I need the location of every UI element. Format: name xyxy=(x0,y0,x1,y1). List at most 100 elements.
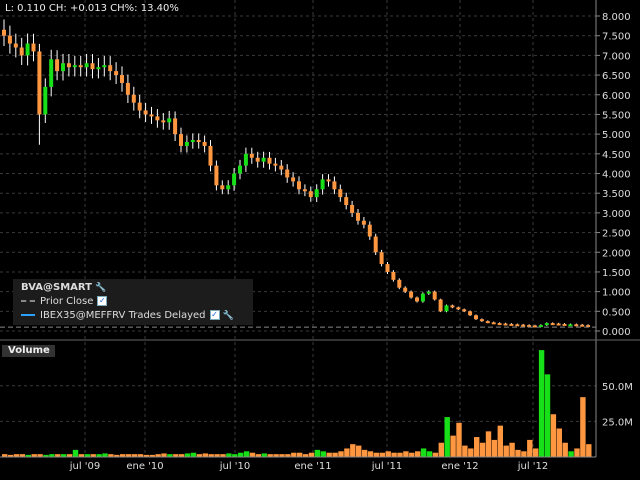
candle-body xyxy=(66,63,71,68)
candle-body xyxy=(344,197,349,205)
candle-body xyxy=(432,291,437,300)
candle-body xyxy=(131,94,136,103)
candle-body xyxy=(361,220,366,225)
candle-body xyxy=(102,65,107,68)
volume-bar xyxy=(184,453,191,457)
candle-body xyxy=(220,185,225,190)
volume-bar xyxy=(521,451,527,457)
volume-bar xyxy=(238,452,244,457)
candle-body xyxy=(184,142,189,146)
candle-body xyxy=(84,63,89,68)
candle-body xyxy=(297,181,301,190)
price-tick-label: 0.500 xyxy=(602,307,631,318)
candle-body xyxy=(450,305,455,308)
wrench-icon[interactable]: 🔧 xyxy=(223,311,234,321)
candle-body xyxy=(456,307,461,310)
volume-bar xyxy=(497,425,503,457)
legend-symbol-row[interactable]: BVA@SMART 🔧 xyxy=(21,282,106,293)
volume-bar xyxy=(450,435,456,457)
volume-bar xyxy=(479,442,486,457)
volume-bar xyxy=(574,448,580,457)
volume-bar xyxy=(491,439,498,457)
price-tick-label: 2.000 xyxy=(602,248,631,259)
price-tick-label: 1.500 xyxy=(602,268,631,279)
volume-bar xyxy=(550,414,557,457)
volume-bar xyxy=(361,449,368,457)
volume-bar xyxy=(297,452,303,457)
candle-body xyxy=(143,110,148,115)
volume-bar xyxy=(409,452,415,457)
candle-body xyxy=(285,169,290,178)
candle-body xyxy=(444,305,449,312)
time-tick-label: jul '11 xyxy=(371,461,403,472)
candle-body xyxy=(338,189,343,198)
candle-body xyxy=(308,191,313,198)
candle-body xyxy=(397,279,402,288)
candle-body xyxy=(25,43,30,56)
candle-body xyxy=(420,293,425,302)
volume-bar xyxy=(556,428,562,457)
candle-body xyxy=(249,153,254,158)
volume-bar xyxy=(367,451,374,457)
volume-bar xyxy=(102,453,108,457)
candle-body xyxy=(550,323,555,326)
volume-bar xyxy=(397,452,403,457)
candle-body xyxy=(385,264,390,272)
volume-bar xyxy=(291,452,297,457)
candle-body xyxy=(78,65,83,68)
volume-bar xyxy=(474,437,480,457)
candle-body xyxy=(120,75,124,83)
price-tick-label: 1.000 xyxy=(602,288,631,299)
candle-body xyxy=(125,82,130,95)
candle-body xyxy=(108,65,113,72)
volume-bar xyxy=(432,452,439,457)
candle-body xyxy=(326,179,331,182)
candle-body xyxy=(515,324,520,327)
volume-bar xyxy=(544,374,551,457)
candle-body xyxy=(255,157,260,162)
volume-bar xyxy=(391,452,397,457)
candle-body xyxy=(214,165,219,186)
volume-bar xyxy=(438,442,444,457)
candle-body xyxy=(544,323,549,326)
volume-bar xyxy=(385,451,391,457)
index-checkbox[interactable]: ✓ xyxy=(209,310,220,320)
volume-bar xyxy=(403,451,409,457)
volume-bar xyxy=(586,444,592,457)
volume-tick-label: 50.0M xyxy=(602,382,633,393)
price-tick-label: 0.000 xyxy=(602,327,631,338)
candle-body xyxy=(137,102,142,111)
candle-body xyxy=(562,323,567,326)
candle-body xyxy=(503,323,508,326)
volume-bar xyxy=(462,445,468,457)
time-tick-label: ene '11 xyxy=(294,461,331,472)
volume-bar xyxy=(456,422,462,457)
time-tick-label: jul '09 xyxy=(69,461,101,472)
candle-body xyxy=(208,145,213,166)
volume-bar xyxy=(485,431,492,457)
volume-bar xyxy=(161,453,167,457)
candle-body xyxy=(485,321,490,324)
price-tick-label: 6.000 xyxy=(602,91,631,102)
chart-legend: BVA@SMART 🔧 Prior Close ✓ IBEX35@MEFFRV Tr… xyxy=(13,279,253,325)
candle-body xyxy=(173,118,178,135)
candle-body xyxy=(43,86,48,115)
candle-body xyxy=(2,29,6,36)
volume-bar xyxy=(415,451,421,457)
volume-bar xyxy=(562,442,568,457)
candle-body xyxy=(462,309,467,312)
volume-bar xyxy=(72,449,79,457)
prior-close-checkbox[interactable]: ✓ xyxy=(97,296,108,306)
candle-body xyxy=(155,116,160,121)
volume-bar xyxy=(503,445,509,457)
candle-body xyxy=(379,252,384,265)
candle-body xyxy=(580,324,585,327)
candle-body xyxy=(31,43,36,52)
candle-body xyxy=(49,59,54,87)
candle-body xyxy=(96,67,101,70)
candle-body xyxy=(409,291,414,298)
candle-body xyxy=(243,153,248,166)
candle-body xyxy=(479,319,484,322)
legend-symbol: BVA@SMART xyxy=(21,282,92,293)
wrench-icon[interactable]: 🔧 xyxy=(95,283,106,293)
